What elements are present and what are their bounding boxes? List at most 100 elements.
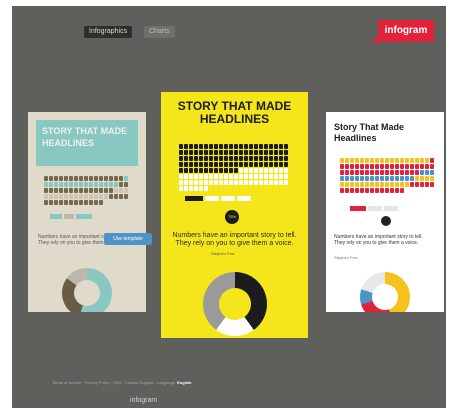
pictograph-dot	[194, 144, 198, 149]
pictograph-dot	[234, 180, 238, 185]
template-card-right[interactable]: Story That Made Headlines Numbers have a…	[326, 112, 444, 312]
pictograph-dot	[405, 176, 409, 181]
pictograph-dot	[99, 200, 103, 205]
pictograph-dot	[184, 150, 188, 155]
pictograph-dot	[274, 144, 278, 149]
left-card-donut-chart	[62, 268, 112, 312]
pictograph-dot	[239, 174, 243, 179]
pictograph-dot	[199, 174, 203, 179]
footer-logo: infogram	[130, 397, 158, 404]
pictograph-dot	[410, 176, 414, 181]
pictograph-dot	[269, 150, 273, 155]
pictograph-dot	[365, 158, 369, 163]
infogram-logo[interactable]: infogram	[371, 20, 434, 43]
right-card-source: Stephen Few	[334, 255, 358, 260]
pictograph-dot	[430, 158, 434, 163]
pictograph-dot	[234, 150, 238, 155]
use-template-tooltip[interactable]: Use template	[104, 233, 152, 245]
pictograph-dot	[254, 180, 258, 185]
tab-charts[interactable]: Charts	[144, 26, 175, 38]
pictograph-dot	[395, 176, 399, 181]
pictograph-dot	[350, 188, 354, 193]
language-selector[interactable]: English	[177, 380, 191, 385]
pictograph-dot	[259, 180, 263, 185]
pictograph-dot	[284, 156, 288, 161]
pictograph-dot	[264, 174, 268, 179]
pictograph-dot	[104, 188, 108, 193]
pictograph-dot	[99, 194, 103, 199]
pictograph-dot	[370, 188, 374, 193]
pictograph-dot	[89, 176, 93, 181]
template-card-featured[interactable]: STORY THAT MADE HEADLINES 75% Numbers ha…	[161, 92, 308, 338]
pictograph-dot	[114, 194, 118, 199]
pictograph-dot	[189, 168, 193, 173]
pictograph-dot	[234, 162, 238, 167]
pictograph-dot	[204, 180, 208, 185]
pictograph-dot	[239, 162, 243, 167]
pictograph-dot	[360, 182, 364, 187]
pictograph-dot	[59, 194, 63, 199]
pictograph-dot	[179, 168, 183, 173]
pictograph-dot	[219, 174, 223, 179]
pictograph-dot	[264, 168, 268, 173]
pictograph-dot	[254, 168, 258, 173]
pictograph-dot	[44, 200, 48, 205]
pictograph-dot	[400, 188, 404, 193]
pictograph-dot	[79, 188, 83, 193]
pictograph-dot	[109, 176, 113, 181]
pictograph-dot	[189, 156, 193, 161]
pictograph-dot	[269, 156, 273, 161]
pictograph-dot	[184, 168, 188, 173]
pictograph-dot	[425, 158, 429, 163]
pictograph-dot	[425, 164, 429, 169]
pictograph-dot	[74, 194, 78, 199]
pictograph-dot	[370, 164, 374, 169]
pictograph-dot	[360, 188, 364, 193]
pictograph-dot	[249, 168, 253, 173]
pictograph-dot	[284, 144, 288, 149]
pictograph-dot	[269, 162, 273, 167]
featured-card-tabs	[185, 196, 251, 201]
pictograph-dot	[400, 176, 404, 181]
pictograph-dot	[355, 188, 359, 193]
pictograph-dot	[410, 182, 414, 187]
pictograph-dot	[279, 156, 283, 161]
pictograph-dot	[415, 182, 419, 187]
pictograph-dot	[69, 176, 73, 181]
pictograph-dot	[385, 170, 389, 175]
pictograph-dot	[239, 180, 243, 185]
pictograph-dot	[259, 174, 263, 179]
pictograph-dot	[54, 182, 58, 187]
pictograph-dot	[119, 194, 123, 199]
pictograph-dot	[104, 176, 108, 181]
pictograph-dot	[89, 188, 93, 193]
pictograph-dot	[375, 176, 379, 181]
pictograph-dot	[264, 162, 268, 167]
pictograph-dot	[264, 150, 268, 155]
pictograph-dot	[189, 186, 193, 191]
pictograph-dot	[209, 174, 213, 179]
pictograph-dot	[269, 144, 273, 149]
pictograph-dot	[219, 150, 223, 155]
pictograph-dot	[345, 188, 349, 193]
pictograph-dot	[54, 188, 58, 193]
pictograph-dot	[410, 164, 414, 169]
pictograph-dot	[199, 150, 203, 155]
pictograph-dot	[184, 174, 188, 179]
pictograph-dot	[239, 150, 243, 155]
footer-nav-links[interactable]: Terms of service · Privacy Policy · FAQ …	[52, 380, 176, 385]
pictograph-dot	[209, 168, 213, 173]
pictograph-dot	[249, 162, 253, 167]
pictograph-dot	[199, 168, 203, 173]
pictograph-dot	[355, 182, 359, 187]
pictograph-dot	[49, 188, 53, 193]
template-card-left[interactable]: STORY THAT MADE HEADLINES Numbers have a…	[28, 112, 146, 312]
pictograph-dot	[219, 168, 223, 173]
pictograph-dot	[380, 158, 384, 163]
pictograph-dot	[244, 168, 248, 173]
tab-infographics[interactable]: Infographics	[84, 26, 133, 38]
pictograph-dot	[249, 180, 253, 185]
pictograph-dot	[395, 182, 399, 187]
pictograph-dot	[184, 186, 188, 191]
pictograph-dot	[390, 164, 394, 169]
